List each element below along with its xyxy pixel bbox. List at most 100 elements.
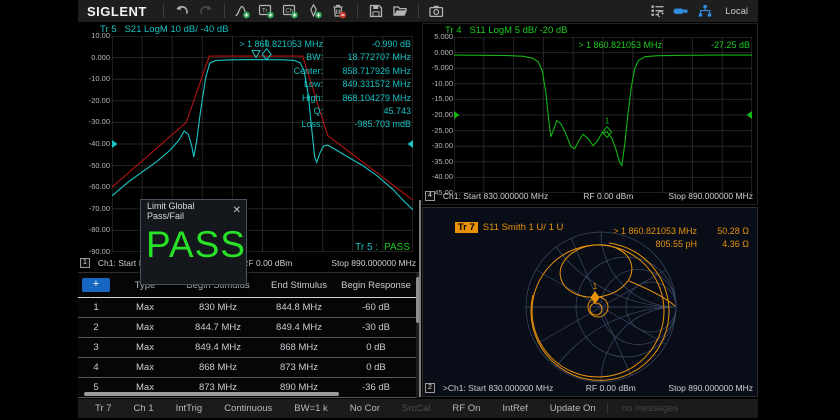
marker-readout-label: Loss: [231, 118, 323, 131]
status-item-continuous[interactable]: Continuous [213, 403, 283, 414]
table-cell[interactable]: 873 MHz [260, 362, 338, 373]
status-item-inttrig[interactable]: IntTrig [165, 403, 214, 414]
status-item-bw-1-k[interactable]: BW=1 k [283, 403, 339, 414]
s21-stop-freq: Stop 890.000000 MHz [331, 258, 416, 268]
table-cell[interactable]: Max [114, 362, 176, 373]
table-cell[interactable]: 4 [78, 362, 114, 373]
lan-icon [697, 3, 713, 19]
status-item-srccal[interactable]: SrcCal [391, 403, 442, 414]
add-limit-button[interactable]: + [82, 278, 110, 292]
table-row[interactable]: 4Max868 MHz873 MHz0 dB [78, 358, 420, 378]
table-cell[interactable]: 844.8 MHz [260, 302, 338, 313]
s21-plot-panel: Tr 5 S21 LogM 10 dB/ -40 dB 10.000.000-1… [78, 23, 420, 271]
panel-splitter[interactable] [419, 200, 421, 397]
marker-readout-row: Loss:-985.703 mdB [231, 118, 411, 131]
table-cell[interactable]: Max [114, 302, 176, 313]
undo-button[interactable] [170, 2, 194, 20]
status-item-no-cor[interactable]: No Cor [339, 403, 391, 414]
smith-chart-panel: 1 Tr 7S11 Smith 1 U/ 1 U > 1 860.821053 … [422, 207, 758, 397]
local-mode-label[interactable]: Local [725, 6, 748, 17]
table-cell[interactable]: 0 dB [338, 362, 414, 373]
dialog-close-icon[interactable]: ✕ [233, 205, 241, 216]
toolbar-separator [224, 4, 225, 18]
y-tick-label: -70.00 [78, 205, 110, 213]
s11-start-freq: Ch1: Start 830.000000 MHz [443, 191, 548, 201]
add-channel-button[interactable]: Ch [279, 2, 303, 20]
table-row[interactable]: 2Max844.7 MHz849.4 MHz-30 dB [78, 318, 420, 338]
table-cell[interactable]: Max [114, 322, 176, 333]
table-cell[interactable]: -30 dB [338, 322, 414, 333]
marker-readout-value: 868.104279 MHz [323, 92, 411, 105]
limit-table: +TypeBegin StimulusEnd StimulusBegin Res… [78, 273, 420, 398]
table-horizontal-scrollbar[interactable] [84, 392, 339, 396]
marker-readout-value: 50.28 Ω [697, 225, 749, 238]
status-item-no-messages[interactable]: no messages [607, 403, 690, 414]
add-marker-button[interactable] [303, 2, 327, 20]
s11-stop-freq: Stop 890.000000 MHz [668, 191, 753, 201]
y-tick-label: -50.00 [78, 162, 110, 170]
lan-status-button[interactable] [693, 2, 717, 20]
marker-readout-label: Low: [231, 78, 323, 91]
save-button[interactable] [364, 2, 388, 20]
y-tick-label: -10.00 [421, 80, 453, 88]
smith-start-freq: >Ch1: Start 830.000000 MHz [443, 383, 553, 393]
table-cell[interactable]: Max [114, 342, 176, 353]
table-cell[interactable]: 2 [78, 322, 114, 333]
table-row[interactable]: 1Max830 MHz844.8 MHz-60 dB [78, 298, 420, 318]
status-bar: Tr 7Ch 1IntTrigContinuousBW=1 kNo CorSrc… [78, 399, 758, 418]
redo-icon [198, 3, 214, 19]
toolbar-separator [163, 4, 164, 18]
passfail-result: PASS [141, 219, 246, 271]
table-cell[interactable]: 868 MHz [260, 342, 338, 353]
s11-footer: 4 Ch1: Start 830.000000 MHz RF 0.00 dBm … [425, 189, 753, 202]
status-item-tr-7[interactable]: Tr 7 [84, 403, 123, 414]
screenshot-button[interactable] [425, 2, 449, 20]
table-cell[interactable]: -60 dB [338, 302, 414, 313]
y-tick-label: -10.00 [78, 75, 110, 83]
marker-readout-label: High: [231, 92, 323, 105]
y-tick-label: 0.000 [78, 54, 110, 62]
status-item-rf-on[interactable]: RF On [441, 403, 491, 414]
s11-window-badge: 4 [425, 191, 435, 201]
table-cell[interactable]: 1 [78, 302, 114, 313]
y-tick-label: 0.000 [421, 49, 453, 57]
s11-plot-title: Tr 4 S11 LogM 5 dB/ -20 dB [445, 25, 568, 36]
y-tick-label: -60.00 [78, 183, 110, 191]
save-icon [368, 3, 384, 19]
y-tick-label: -15.00 [421, 95, 453, 103]
table-cell[interactable]: 0 dB [338, 342, 414, 353]
table-cell[interactable]: 3 [78, 342, 114, 353]
y-tick-label: 5.000 [421, 33, 453, 41]
s21-status-value: PASS [384, 242, 410, 253]
add-trace-icon [234, 3, 251, 19]
table-cell[interactable]: -36 dB [338, 382, 414, 393]
marker-readout-value: 4.36 Ω [697, 238, 749, 251]
s21-plot-title: Tr 5 S21 LogM 10 dB/ -40 dB [100, 24, 229, 35]
table-row[interactable]: 3Max849.4 MHz868 MHz0 dB [78, 338, 420, 358]
toolbar-right-group: Local [645, 2, 758, 20]
marker-readout-row: > 1 860.821053 MHz-0.990 dB [231, 38, 411, 51]
status-item-ch-1[interactable]: Ch 1 [123, 403, 165, 414]
s21-marker-readout: > 1 860.821053 MHz-0.990 dBBW:18.772707 … [231, 38, 411, 132]
table-cell[interactable]: 830 MHz [176, 302, 260, 313]
marker-readout-label: 805.55 pH [579, 238, 697, 251]
dialog-titlebar[interactable]: Limit Global Pass/Fail ✕ [141, 200, 246, 219]
table-cell[interactable]: 849.4 MHz [260, 322, 338, 333]
undo-icon [174, 3, 190, 19]
status-item-intref[interactable]: IntRef [491, 403, 538, 414]
svg-text:Tr: Tr [262, 9, 267, 15]
smith-trace-badge[interactable]: Tr 7 [455, 222, 478, 233]
add-trace-window-button[interactable]: Tr [255, 2, 279, 20]
redo-button[interactable] [194, 2, 218, 20]
table-cell[interactable]: 849.4 MHz [176, 342, 260, 353]
y-tick-label: -80.00 [78, 226, 110, 234]
open-button[interactable] [388, 2, 412, 20]
table-cell[interactable]: 868 MHz [176, 362, 260, 373]
sweep-setup-button[interactable] [645, 2, 669, 20]
status-item-update-on[interactable]: Update On [539, 403, 607, 414]
marker-readout-label: Q: [231, 105, 323, 118]
delete-button[interactable] [327, 2, 351, 20]
table-cell[interactable]: 844.7 MHz [176, 322, 260, 333]
usb-status-button[interactable] [669, 2, 693, 20]
add-trace-button[interactable] [231, 2, 255, 20]
